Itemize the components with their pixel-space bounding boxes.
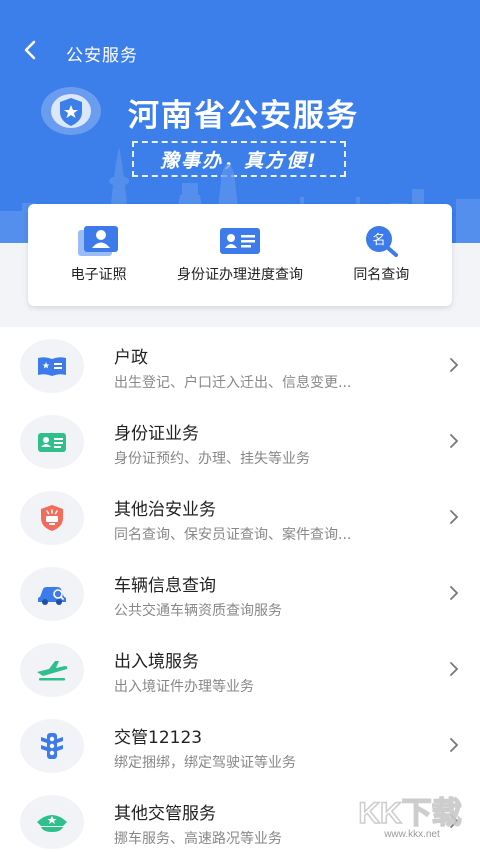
service-title: 其他治安业务 xyxy=(114,500,216,520)
name-search-icon: 名 xyxy=(366,226,399,257)
service-row-traffic-12123[interactable]: 交管12123 绑定捆绑，绑定驾驶证等业务 xyxy=(0,707,480,783)
service-subtitle: 出生登记、户口迁入迁出、信息变更... xyxy=(114,375,352,391)
hero-title: 河南省公安服务 xyxy=(128,98,359,134)
service-subtitle: 公共交通车辆资质查询服务 xyxy=(114,603,282,619)
quick-label: 同名查询 xyxy=(353,267,410,283)
service-row-public-security[interactable]: 其他治安业务 同名查询、保安员证查询、案件查询... xyxy=(0,479,480,555)
chevron-left-icon xyxy=(24,40,36,60)
service-list: 户政 出生登记、户口迁入迁出、信息变更... 身份证业务 身份证预约、办理、挂失… xyxy=(0,327,480,853)
service-subtitle: 同名查询、保安员证查询、案件查询... xyxy=(114,527,352,543)
nav-bar: 公安服务 xyxy=(0,0,480,100)
chevron-right-icon xyxy=(450,358,459,372)
watermark-url: www.kkx.net xyxy=(383,829,440,840)
service-subtitle: 身份证预约、办理、挂失等业务 xyxy=(114,451,310,467)
chevron-right-icon xyxy=(450,510,459,524)
quick-access-card: 电子证照 身份证办理进度查询 名 同名查询 xyxy=(28,204,452,306)
svg-text:名: 名 xyxy=(373,232,386,248)
police-badge-icon xyxy=(41,505,63,531)
id-card-icon xyxy=(38,433,66,452)
service-subtitle: 绑定捆绑，绑定驾驶证等业务 xyxy=(114,755,296,771)
service-row-exit-entry[interactable]: 出入境服务 出入境证件办理等业务 xyxy=(0,631,480,707)
service-title: 车辆信息查询 xyxy=(114,576,216,596)
service-title: 身份证业务 xyxy=(114,424,199,444)
quick-label: 电子证照 xyxy=(70,267,127,283)
quick-item-name-search[interactable]: 名 同名查询 xyxy=(311,204,452,306)
quick-item-e-certificate[interactable]: 电子证照 xyxy=(28,204,169,306)
service-title: 户政 xyxy=(114,348,148,368)
police-cap-icon xyxy=(37,815,67,832)
back-button[interactable] xyxy=(16,36,44,64)
airplane-icon xyxy=(37,661,68,681)
service-title: 交管12123 xyxy=(114,728,203,748)
service-row-household[interactable]: 户政 出生登记、户口迁入迁出、信息变更... xyxy=(0,327,480,403)
police-emblem-icon xyxy=(41,87,101,135)
service-title: 其他交管服务 xyxy=(114,804,216,824)
watermark-text: KK下载 xyxy=(358,797,461,830)
page-title: 公安服务 xyxy=(66,46,138,66)
vehicle-icon xyxy=(38,587,66,605)
chevron-right-icon xyxy=(450,662,459,676)
service-subtitle: 挪车服务、高速路况等业务 xyxy=(114,831,282,847)
chevron-right-icon xyxy=(450,586,459,600)
watermark-logo: KK下载 www.kkx.net xyxy=(358,796,463,840)
service-row-vehicle[interactable]: 车辆信息查询 公共交通车辆资质查询服务 xyxy=(0,555,480,631)
household-book-icon xyxy=(38,357,66,376)
traffic-light-icon xyxy=(41,733,63,759)
service-row-id-card[interactable]: 身份证业务 身份证预约、办理、挂失等业务 xyxy=(0,403,480,479)
service-title: 出入境服务 xyxy=(114,652,199,672)
chevron-right-icon xyxy=(450,434,459,448)
id-card-photo-icon xyxy=(77,226,118,256)
quick-item-id-progress[interactable]: 身份证办理进度查询 xyxy=(169,204,310,306)
service-subtitle: 出入境证件办理等业务 xyxy=(114,679,254,695)
chevron-right-icon xyxy=(450,738,459,752)
id-card-icon xyxy=(219,228,260,254)
quick-label: 身份证办理进度查询 xyxy=(176,267,303,283)
